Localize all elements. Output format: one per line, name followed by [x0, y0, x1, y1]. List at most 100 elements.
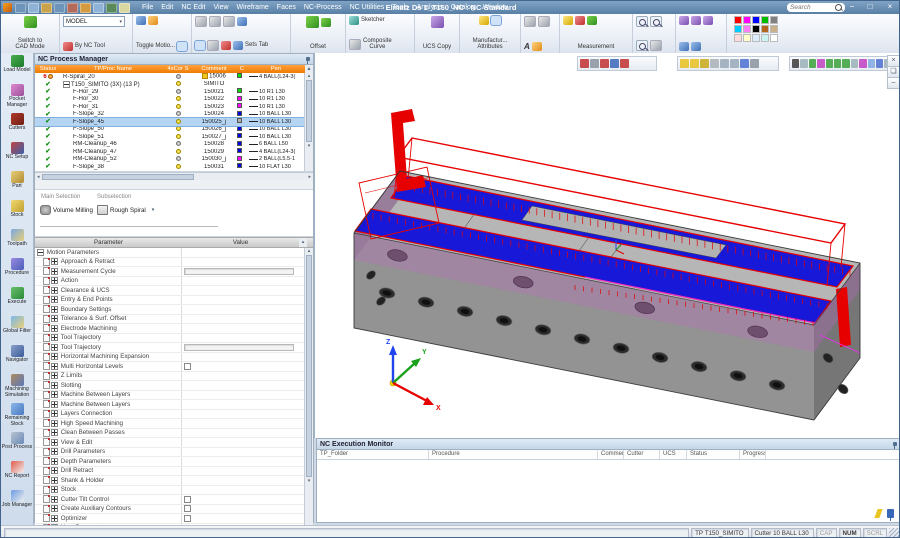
sidebar-item-machining-simulation[interactable]: Machining Simulation [1, 374, 34, 403]
process-table-hscrollbar[interactable]: ◂▸ [35, 172, 313, 180]
palette-color-1[interactable] [734, 16, 742, 24]
menu-item-analysis[interactable]: Analysis [413, 1, 447, 14]
dock-pin-icon[interactable] [887, 509, 894, 518]
offset-icon[interactable] [306, 16, 319, 28]
expand-icon[interactable] [51, 458, 58, 465]
expand-icon[interactable] [51, 477, 58, 484]
expand-icon[interactable] [51, 287, 58, 294]
visibility-bulb-icon[interactable] [176, 156, 181, 161]
resize-grip[interactable] [889, 528, 899, 538]
viewport-tool-icon-8[interactable] [851, 59, 858, 68]
print-icon[interactable] [41, 3, 52, 13]
list-view-icon[interactable] [223, 16, 235, 27]
sidebar-item-post-process[interactable]: Post Process [1, 432, 34, 461]
zoom-all-icon[interactable] [636, 40, 648, 51]
undo-icon[interactable] [80, 3, 91, 13]
process-table-vscrollbar[interactable]: ▴▾ [304, 73, 313, 171]
visibility-bulb-icon[interactable] [176, 126, 181, 131]
process-row-rm-cleanup-47[interactable]: ✔RM-Cleanup_471500294 BALL(L24-3( [35, 148, 313, 156]
minimize-button[interactable]: − [845, 2, 859, 13]
offset-button[interactable]: Offset [310, 44, 326, 51]
palette-color-13[interactable] [752, 34, 760, 42]
process-row-f-hor-29[interactable]: ✔F-Hor_2915002110 R1 L30 [35, 88, 313, 96]
viewport-tool-icon-5[interactable] [620, 59, 629, 68]
param-row-drill-retract-23[interactable]: Drill Retract [35, 467, 313, 477]
value-checkbox[interactable] [184, 496, 191, 503]
sketcher-icon[interactable] [349, 16, 359, 25]
side-view-icon[interactable] [703, 16, 713, 25]
sidebar-item-cutters[interactable]: Cutters [1, 113, 34, 142]
probe-icon[interactable] [587, 16, 597, 25]
monitor-column-procedure[interactable]: Procedure [429, 450, 598, 459]
monitor-column-comment[interactable]: Comment [598, 450, 624, 459]
visibility-bulb-icon[interactable] [176, 111, 181, 116]
param-row-clearance-ucs-4[interactable]: Clearance & UCS [35, 286, 313, 296]
measurement-button[interactable]: Measurement [563, 44, 629, 51]
value-checkbox[interactable] [184, 505, 191, 512]
sidebar-item-global-filter[interactable]: Global Filter [1, 316, 34, 345]
visibility-bulb-icon[interactable] [176, 81, 181, 86]
param-row-high-speed-machining-18[interactable]: High Speed Machining [35, 419, 313, 429]
expand-icon[interactable] [51, 315, 58, 322]
menu-item-faces[interactable]: Faces [273, 1, 300, 14]
param-row-cutter-tilt-control-26[interactable]: Cutter Tilt Control [35, 495, 313, 505]
palette-color-9[interactable] [761, 25, 769, 33]
film-icon[interactable] [221, 41, 231, 50]
viewport-tool-icon-3[interactable] [809, 59, 816, 68]
expand-icon[interactable] [51, 401, 58, 408]
palette-color-3[interactable] [752, 16, 760, 24]
offset-solid-icon[interactable] [321, 18, 331, 27]
expand-icon[interactable] [51, 268, 58, 275]
palette-color-10[interactable] [770, 25, 778, 33]
tree-down-icon[interactable] [233, 41, 243, 50]
palette-color-5[interactable] [770, 16, 778, 24]
param-row-machine-between-layers-15[interactable]: Machine Between Layers [35, 391, 313, 401]
viewport-tool-icon-1[interactable] [580, 59, 589, 68]
sidebar-item-nc-report[interactable]: NC Report [1, 461, 34, 490]
zoom-out-icon[interactable] [650, 16, 662, 27]
param-row-tool-trajectory-10[interactable]: Tool Trajectory [35, 343, 313, 353]
collapse-icon[interactable] [63, 81, 70, 88]
viewport-tool-icon-2[interactable] [590, 59, 599, 68]
process-row-f-slope-32[interactable]: ✔F-Slope_3215002410 BALL L30 [35, 111, 313, 119]
value-field[interactable] [184, 268, 294, 275]
visibility-bulb-icon[interactable] [176, 141, 181, 146]
sidebar-item-remaining-stock[interactable]: Remaining Stock [1, 403, 34, 432]
viewport-tool-icon-6[interactable] [834, 59, 841, 68]
expand-icon[interactable] [37, 249, 44, 256]
main-selection-combobox[interactable]: Volume Milling▾ [40, 205, 101, 215]
viewport-tool-icon-3[interactable] [600, 59, 609, 68]
expand-icon[interactable] [51, 277, 58, 284]
expand-icon[interactable] [51, 391, 58, 398]
expand-icon[interactable] [51, 486, 58, 493]
param-row-stock-25[interactable]: Stock [35, 486, 313, 496]
palette-color-11[interactable] [734, 34, 742, 42]
viewport-tool-icon-5[interactable] [720, 59, 729, 68]
subselection-combobox[interactable]: Rough Spiral▾ [97, 205, 154, 215]
parameter-table-vscrollbar[interactable]: ▴▾ [304, 248, 313, 529]
expand-icon[interactable] [51, 496, 58, 503]
tool-display-icon[interactable] [148, 16, 158, 25]
iso-view-icon[interactable] [679, 16, 689, 25]
sidebar-item-job-manager[interactable]: Job Manager [1, 490, 34, 519]
viewport-tool-icon-4[interactable] [610, 59, 619, 68]
process-row-t150-simito-3x-13-p[interactable]: ✔T150_SIMITO (3X) (13 P)SIMITO [35, 81, 313, 89]
composite-curve-icon[interactable] [349, 39, 361, 50]
process-row-f-slope-51[interactable]: ✔F-Slope_51150027_j10 BALL L30 [35, 133, 313, 141]
process-row-f-slope-45[interactable]: ✔F-Slope_45150025_j10 BALL L30 [35, 118, 313, 126]
back-view-icon[interactable] [691, 42, 701, 51]
manufacturing-attributes-button[interactable]: Manufactur...Attributes [460, 14, 521, 53]
expand-icon[interactable] [51, 467, 58, 474]
expand-icon[interactable] [51, 420, 58, 427]
param-row-tool-trajectory-9[interactable]: Tool Trajectory [35, 334, 313, 344]
param-row-shank-holder-24[interactable]: Shank & Holder [35, 476, 313, 486]
pan-icon[interactable] [650, 40, 662, 51]
sets-tab-button[interactable]: Sets Tab [245, 42, 268, 49]
menu-item-view[interactable]: View [209, 1, 232, 14]
open-icon[interactable] [15, 3, 26, 13]
ruler-icon[interactable] [563, 16, 573, 25]
viewport-tool-icon-3[interactable] [700, 59, 709, 68]
lightning-icon[interactable] [874, 509, 882, 518]
expand-icon[interactable] [51, 448, 58, 455]
switch-to-cad-button[interactable]: Switch toCAD Mode [1, 14, 60, 53]
